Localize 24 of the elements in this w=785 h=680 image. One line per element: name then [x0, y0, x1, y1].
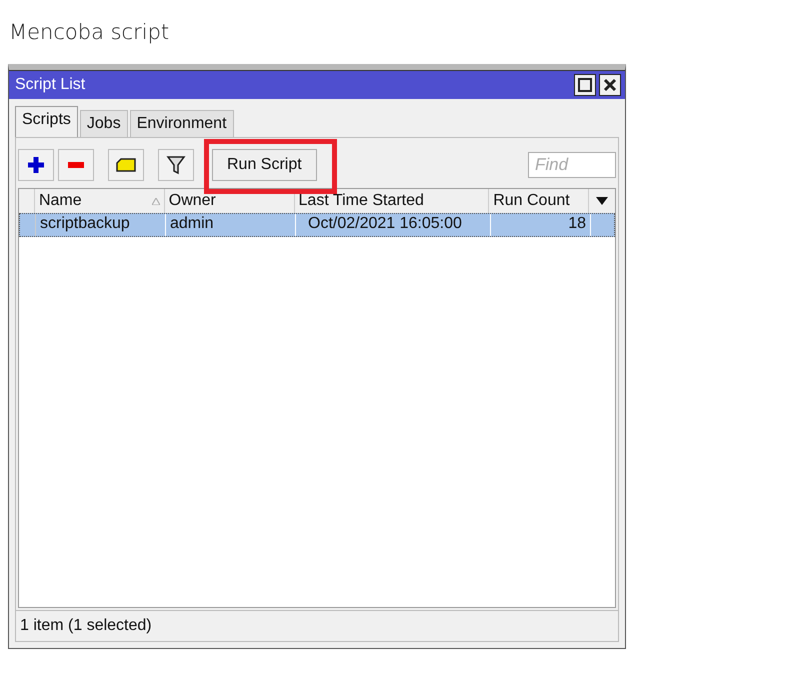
table-cell: admin	[166, 214, 296, 236]
tab[interactable]: Environment	[130, 110, 234, 137]
table-cell: scriptbackup	[36, 214, 166, 236]
window-title: Script List	[15, 76, 86, 94]
minus-icon	[68, 162, 84, 168]
sort-icon	[152, 198, 160, 204]
find-field[interactable]: Find	[528, 152, 616, 178]
close-icon[interactable]	[599, 74, 621, 96]
status-bar: 1 item (1 selected)	[15, 611, 619, 642]
filter-button[interactable]	[158, 149, 194, 181]
comment-button[interactable]	[108, 149, 144, 181]
dropdown-icon[interactable]	[596, 197, 608, 205]
maximize-icon[interactable]	[574, 74, 596, 96]
table-row[interactable]: scriptbackup admin Oct/02/2021 16:05:00 18	[19, 213, 615, 237]
remove-button[interactable]	[58, 149, 94, 181]
plus-icon	[26, 155, 46, 175]
table-cell: 18	[491, 214, 591, 236]
tab[interactable]: Jobs	[80, 110, 128, 137]
run-script-button[interactable]: Run Script	[212, 149, 317, 181]
tab[interactable]: Scripts	[15, 106, 78, 137]
add-button[interactable]	[18, 149, 54, 181]
page-heading: Mencoba script	[8, 20, 170, 46]
table-cell: Oct/02/2021 16:05:00	[296, 214, 491, 236]
filter-icon	[166, 155, 186, 175]
